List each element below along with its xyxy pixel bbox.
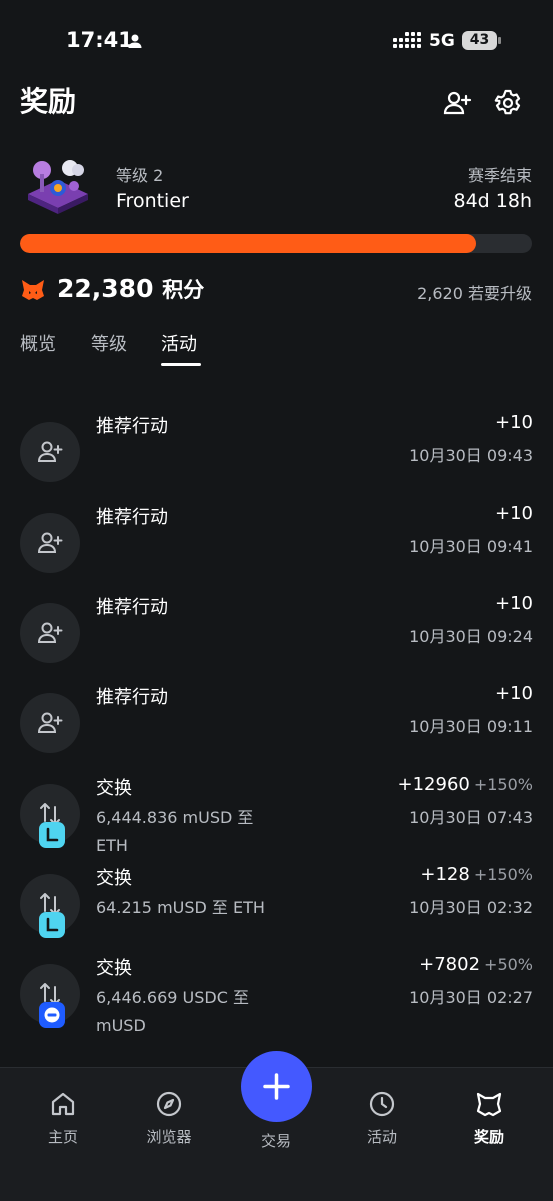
- activity-title: 交换: [96, 958, 132, 979]
- active-tab-indicator: [161, 363, 201, 366]
- compass-icon: [156, 1091, 182, 1117]
- activity-row[interactable]: 交换 6,444.836 mUSD 至 ETH +12960 +150% 10月30日 …: [0, 774, 553, 870]
- activity-row[interactable]: 交换 64.215 mUSD 至 ETH +128 +150% 10月30日 02:32: [0, 864, 553, 960]
- activity-amount: +7802 +50%: [419, 954, 533, 975]
- activity-points: +10: [495, 683, 533, 704]
- activity-date: 10月30日 09:24: [409, 627, 533, 646]
- activity-row[interactable]: 推荐行动 +10 10月30日 09:43: [0, 412, 553, 508]
- activity-bonus: +150%: [473, 865, 533, 884]
- network-type: 5G: [429, 31, 455, 51]
- activity-icon-circle: [20, 603, 80, 663]
- activity-title: 推荐行动: [96, 507, 168, 528]
- clock-icon: [369, 1091, 395, 1117]
- activity-amount: +10: [495, 683, 533, 704]
- activity-points: +10: [495, 503, 533, 524]
- level-name: Frontier: [116, 190, 189, 212]
- tab-activity[interactable]: 活动: [161, 330, 197, 356]
- battery-icon: 43: [462, 31, 502, 50]
- activity-amount: +12960 +150%: [398, 774, 534, 795]
- user-plus-icon: [37, 622, 63, 643]
- level-label: 等级 2: [116, 166, 164, 185]
- user-plus-icon: [37, 441, 63, 462]
- season-remaining: 84d 18h: [453, 190, 533, 212]
- activity-title: 推荐行动: [96, 687, 168, 708]
- level-progress-bar: [20, 234, 532, 253]
- activity-amount: +10: [495, 593, 533, 614]
- activity-row[interactable]: 推荐行动 +10 10月30日 09:41: [0, 503, 553, 599]
- activity-subtitle: 64.215 mUSD 至 ETH: [96, 898, 265, 917]
- activity-points: +12960: [397, 774, 470, 795]
- blue-network-badge-icon: [39, 1002, 65, 1028]
- status-time: 17:41: [66, 28, 133, 52]
- activity-icon-circle: [20, 513, 80, 573]
- activity-bonus: +150%: [473, 775, 533, 794]
- activity-date: 10月30日 02:27: [409, 988, 533, 1007]
- tab-levels[interactable]: 等级: [91, 330, 127, 356]
- nav-browser-label: 浏览器: [146, 1128, 192, 1146]
- gear-icon[interactable]: [493, 88, 523, 118]
- upgrade-text: 2,620 若要升级: [417, 284, 532, 303]
- level-illustration-icon: [28, 160, 88, 214]
- activity-amount: +128 +150%: [420, 864, 533, 885]
- nav-rewards[interactable]: 奖励: [444, 1090, 534, 1147]
- activity-row[interactable]: 推荐行动 +10 10月30日 09:24: [0, 593, 553, 689]
- activity-icon-circle: [20, 693, 80, 753]
- nav-rewards-label: 奖励: [473, 1128, 504, 1146]
- lineal-badge-icon: [39, 912, 65, 938]
- user-plus-icon: [37, 712, 63, 733]
- points-value: 22,380: [57, 274, 154, 303]
- activity-amount: +10: [495, 503, 533, 524]
- nav-browser[interactable]: 浏览器: [124, 1090, 214, 1147]
- signal-icon: [393, 32, 421, 48]
- activity-title: 推荐行动: [96, 597, 168, 618]
- activity-row[interactable]: 交换 6,446.669 USDC 至 mUSD +7802 +50% 10月30日 0…: [0, 954, 553, 1050]
- lineal-badge-icon: [39, 822, 65, 848]
- add-user-icon[interactable]: [442, 88, 472, 118]
- activity-row[interactable]: 推荐行动 +10 10月30日 09:11: [0, 683, 553, 779]
- plus-icon: [263, 1073, 290, 1100]
- activity-icon-circle: [20, 422, 80, 482]
- battery-level: 43: [469, 32, 490, 48]
- user-plus-icon: [37, 532, 63, 553]
- activity-title: 推荐行动: [96, 416, 168, 437]
- nav-activity[interactable]: 活动: [337, 1090, 427, 1147]
- activity-date: 10月30日 09:41: [409, 537, 533, 556]
- nav-home[interactable]: 主页: [18, 1090, 108, 1147]
- points-unit: 积分: [162, 278, 205, 302]
- activity-title: 交换: [96, 778, 132, 799]
- nav-home-label: 主页: [47, 1128, 78, 1146]
- activity-date: 10月30日 09:11: [409, 717, 533, 736]
- page-title: 奖励: [20, 85, 77, 118]
- person-icon: [128, 34, 142, 48]
- activity-bonus: +50%: [484, 955, 533, 974]
- fox-outline-icon: [476, 1092, 502, 1117]
- fox-icon: [22, 280, 44, 300]
- activity-subtitle: 6,444.836 mUSD 至 ETH: [96, 808, 254, 855]
- activity-date: 10月30日 07:43: [409, 808, 533, 827]
- tab-overview[interactable]: 概览: [20, 330, 56, 356]
- home-icon: [51, 1092, 75, 1116]
- activity-amount: +10: [495, 412, 533, 433]
- activity-points: +128: [420, 864, 470, 885]
- activity-points: +7802: [419, 954, 481, 975]
- season-end-label: 赛季结束: [467, 166, 532, 185]
- points-total: 22,380 积分: [57, 274, 204, 304]
- activity-points: +10: [495, 593, 533, 614]
- activity-subtitle: 6,446.669 USDC 至 mUSD: [96, 988, 249, 1035]
- activity-points: +10: [495, 412, 533, 433]
- level-progress-fill: [20, 234, 476, 253]
- activity-date: 10月30日 09:43: [409, 446, 533, 465]
- trade-button[interactable]: [241, 1051, 312, 1122]
- activity-title: 交换: [96, 868, 132, 889]
- nav-activity-label: 活动: [366, 1128, 397, 1146]
- activity-date: 10月30日 02:32: [409, 898, 533, 917]
- trade-label: 交易: [260, 1132, 291, 1150]
